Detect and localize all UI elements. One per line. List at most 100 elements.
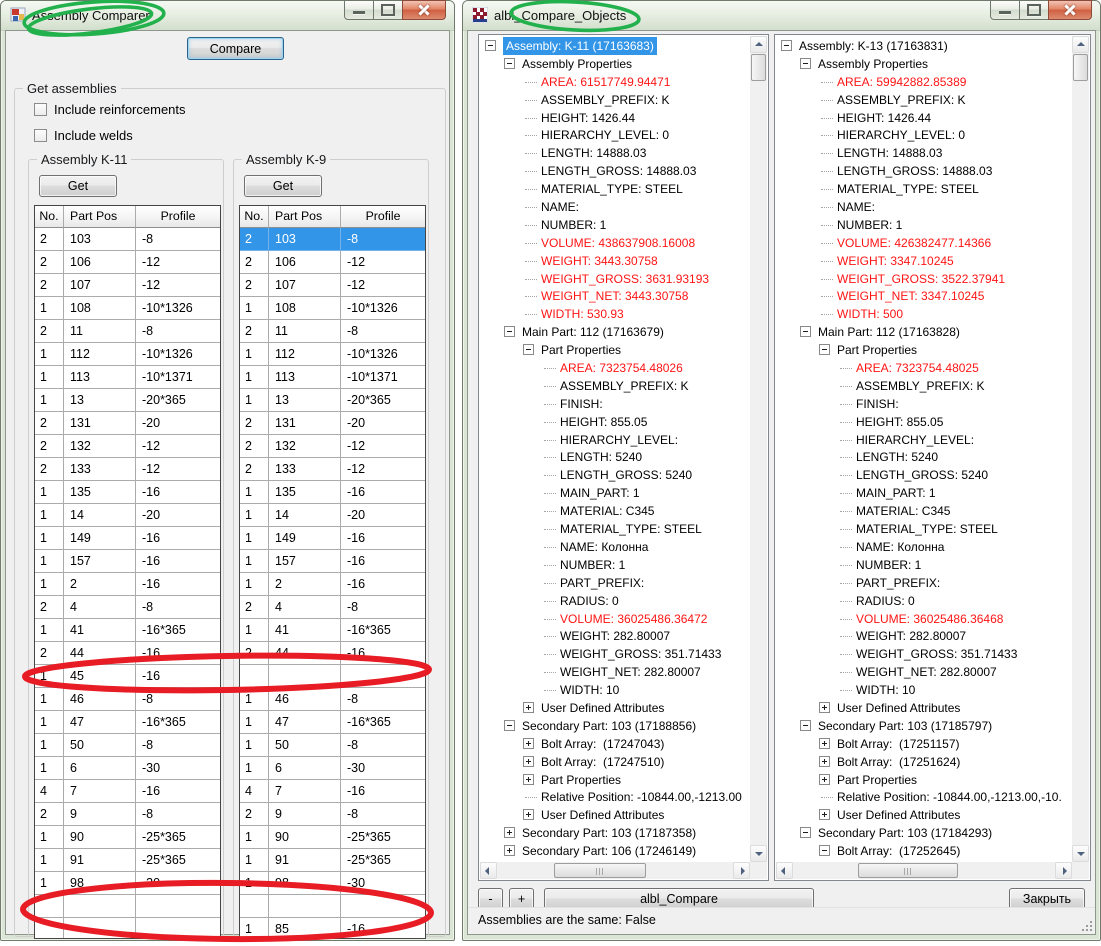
close-button[interactable] (1048, 0, 1092, 20)
scroll-right-icon[interactable] (1055, 862, 1072, 879)
tree-node[interactable]: LENGTH_GROSS: 14888.03 (481, 162, 750, 180)
expand-icon[interactable] (504, 845, 515, 856)
table-row[interactable]: 114-20 (240, 504, 425, 527)
horizontal-scrollbar[interactable] (776, 862, 1072, 879)
maximize-button[interactable] (1019, 0, 1049, 20)
resize-grip[interactable] (1080, 919, 1093, 932)
table-row[interactable]: 190-25*365 (240, 826, 425, 849)
tree-node[interactable]: VOLUME: 36025486.36472 (481, 610, 750, 628)
table-row[interactable]: 146-8 (240, 688, 425, 711)
tree-node[interactable]: ASSEMBLY_PREFIX: K (481, 91, 750, 109)
table-row[interactable]: 191-25*365 (240, 849, 425, 872)
table-row[interactable]: 150-8 (240, 734, 425, 757)
tree-node[interactable]: RADIUS: 0 (777, 592, 1072, 610)
tree-node[interactable]: MATERIAL: C345 (777, 502, 1072, 520)
tree-node[interactable]: Bolt Array: (17251624) (777, 753, 1072, 771)
tree-node[interactable]: AREA: 61517749.94471 (481, 73, 750, 91)
column-header-part-pos[interactable]: Part Pos (64, 206, 136, 228)
table-row[interactable]: 2133-12 (240, 458, 425, 481)
table-row[interactable]: 2132-12 (240, 435, 425, 458)
table-row[interactable]: 150-8 (35, 734, 220, 757)
tree-node[interactable]: HEIGHT: 855.05 (481, 413, 750, 431)
collapse-icon[interactable] (504, 326, 515, 337)
tree-node[interactable]: HIERARCHY_LEVEL: 0 (481, 126, 750, 144)
vertical-scrollbar[interactable] (750, 36, 767, 862)
table-row[interactable]: 1113-10*1371 (240, 366, 425, 389)
tree-node[interactable]: WEIGHT: 282.80007 (777, 627, 1072, 645)
table-row[interactable]: 145-16 (35, 665, 220, 688)
tree-node[interactable]: User Defined Attributes (777, 699, 1072, 717)
table-row[interactable]: 2131-20 (35, 412, 220, 435)
scroll-left-icon[interactable] (776, 862, 793, 879)
tree-node[interactable]: LENGTH: 5240 (777, 448, 1072, 466)
maximize-button[interactable] (373, 0, 403, 20)
tree-node[interactable]: MAIN_PART: 1 (777, 484, 1072, 502)
tree-node[interactable]: WEIGHT_GROSS: 351.71433 (777, 645, 1072, 663)
table-row[interactable]: 113-20*365 (35, 389, 220, 412)
tree-node[interactable]: WIDTH: 530.93 (481, 305, 750, 323)
checkbox-box[interactable] (34, 103, 47, 116)
table-row[interactable]: 1113-10*1371 (35, 366, 220, 389)
tree-node[interactable]: NUMBER: 1 (481, 216, 750, 234)
tree-node[interactable]: MATERIAL_TYPE: STEEL (777, 520, 1072, 538)
tree-node[interactable]: Bolt Array: (17252645) (777, 842, 1072, 860)
table-row[interactable]: 244-16 (35, 642, 220, 665)
vertical-scrollbar[interactable] (1072, 36, 1089, 862)
tree-node[interactable]: Part Properties (777, 341, 1072, 359)
get-button-k11[interactable]: Get (39, 175, 117, 197)
expand-icon[interactable] (819, 809, 830, 820)
horizontal-scrollbar[interactable] (480, 862, 750, 879)
tree-node[interactable]: Bolt Array: (17251157) (777, 735, 1072, 753)
table-row[interactable]: 185-16 (240, 918, 425, 939)
tree-node[interactable]: Secondary Part: 103 (17187358) (481, 824, 750, 842)
tree-node[interactable]: PART_PREFIX: (481, 574, 750, 592)
scroll-down-icon[interactable] (750, 845, 767, 862)
table-row[interactable]: 141-16*365 (35, 619, 220, 642)
tree-node[interactable]: WEIGHT: 3347.10245 (777, 252, 1072, 270)
tree-node[interactable]: ASSEMBLY_PREFIX: K (777, 377, 1072, 395)
tree-node[interactable]: Relative Position: -10844.00,-1213.00 (481, 788, 750, 806)
tree-node[interactable]: RADIUS: 0 (481, 592, 750, 610)
table-row[interactable]: 2107-12 (35, 274, 220, 297)
tree-node[interactable]: WEIGHT: 282.80007 (481, 627, 750, 645)
collapse-icon[interactable] (800, 827, 811, 838)
tree-node[interactable]: Assembly Properties (481, 55, 750, 73)
table-row[interactable]: 1108-10*1326 (35, 297, 220, 320)
collapse-icon[interactable] (800, 720, 811, 731)
table-row[interactable]: 1112-10*1326 (240, 343, 425, 366)
tree-node[interactable]: HIERARCHY_LEVEL: (481, 431, 750, 449)
tree-node[interactable]: Assembly: K-13 (17163831) (777, 37, 1072, 55)
table-row[interactable]: 198-30 (35, 872, 220, 895)
table-row[interactable]: 1149-16 (35, 527, 220, 550)
table-row[interactable]: 2133-12 (35, 458, 220, 481)
tree-node[interactable]: NUMBER: 1 (777, 556, 1072, 574)
tree-node[interactable]: Part Properties (481, 341, 750, 359)
expand-icon[interactable] (523, 756, 534, 767)
tree-node[interactable]: PART_PREFIX: (777, 574, 1072, 592)
tree-node[interactable]: FINISH: (777, 395, 1072, 413)
scrollbar-thumb[interactable] (1073, 54, 1088, 81)
checkbox-include-reinforcements[interactable]: Include reinforcements (34, 101, 186, 117)
table-row[interactable]: 114-20 (35, 504, 220, 527)
table-row[interactable]: 211-8 (240, 320, 425, 343)
column-header-part-pos[interactable]: Part Pos (269, 206, 341, 228)
collapse-icon[interactable] (800, 326, 811, 337)
table-row[interactable]: 1112-10*1326 (35, 343, 220, 366)
tree-node[interactable]: WEIGHT_NET: 282.80007 (777, 663, 1072, 681)
table-row[interactable]: 24-8 (35, 596, 220, 619)
tree-node[interactable]: MATERIAL: C345 (481, 502, 750, 520)
expand-icon[interactable] (819, 702, 830, 713)
tree-node[interactable]: NUMBER: 1 (481, 556, 750, 574)
scroll-down-icon[interactable] (1072, 845, 1089, 862)
tree-node[interactable]: WIDTH: 500 (777, 305, 1072, 323)
tree-node[interactable]: LENGTH_GROSS: 5240 (777, 466, 1072, 484)
table-row[interactable]: 12-16 (35, 573, 220, 596)
tree-node[interactable]: WIDTH: 10 (777, 681, 1072, 699)
tree-node[interactable]: Secondary Part: 103 (17184293) (777, 824, 1072, 842)
tree-node[interactable]: LENGTH: 5240 (481, 448, 750, 466)
table-row[interactable]: 16-30 (35, 757, 220, 780)
table-row[interactable]: 190-25*365 (35, 826, 220, 849)
collapse-icon[interactable] (504, 720, 515, 731)
tree-node[interactable]: Assembly: K-11 (17163683) (481, 37, 750, 55)
tree-node[interactable]: VOLUME: 438637908.16008 (481, 234, 750, 252)
